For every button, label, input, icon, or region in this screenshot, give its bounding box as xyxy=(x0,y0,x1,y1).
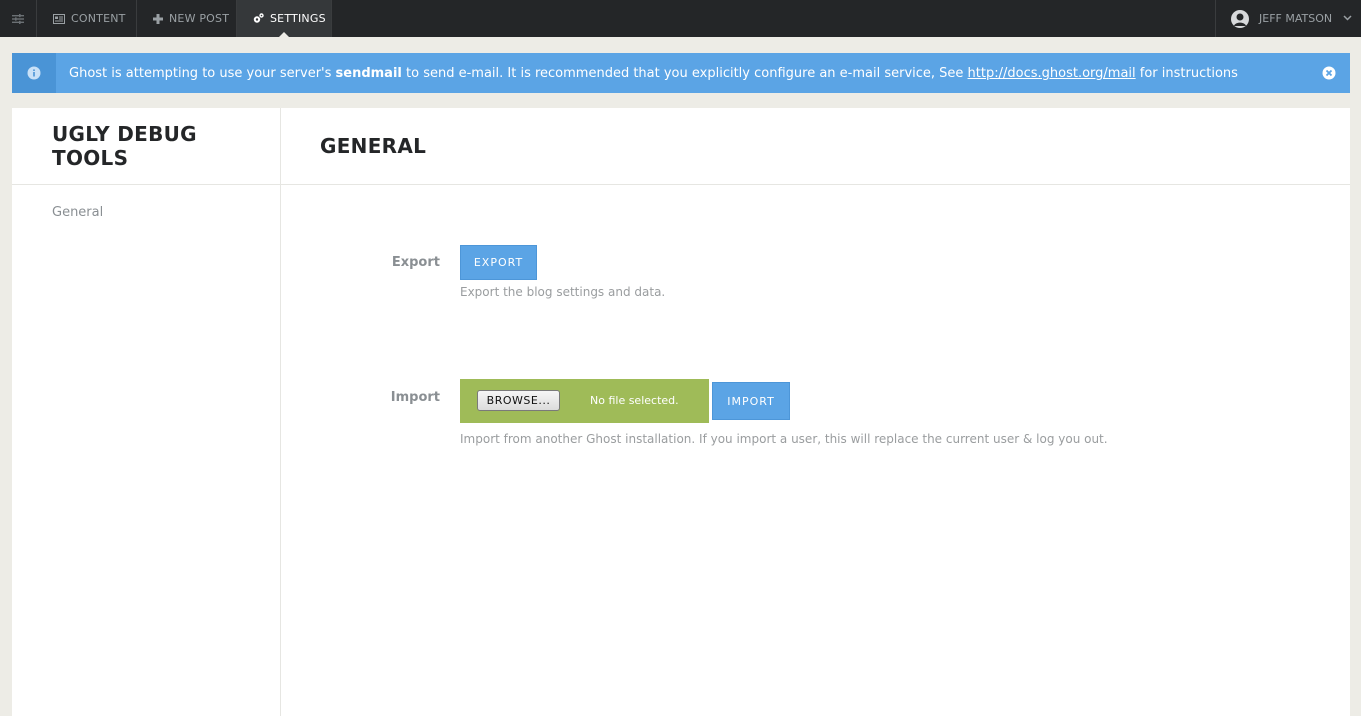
export-button[interactable]: EXPORT xyxy=(460,245,537,280)
nav-item-label: NEW POST xyxy=(169,12,230,25)
file-upload-field[interactable]: BROWSE... No file selected. xyxy=(460,379,709,423)
nav-item-new-post[interactable]: NEW POST xyxy=(137,0,237,37)
info-icon-box xyxy=(12,53,56,93)
sliders-icon xyxy=(12,13,24,24)
notification-bold-text: sendmail xyxy=(335,65,402,81)
notification-text: Ghost is attempting to use your server's xyxy=(69,65,336,81)
notification-banner: Ghost is attempting to use your server's… xyxy=(12,53,1350,93)
nav-item-settings[interactable]: SETTINGS xyxy=(237,0,332,38)
sidebar-item-general[interactable]: General xyxy=(52,205,103,220)
nav-item-label: CONTENT xyxy=(71,12,126,25)
page-title: GENERAL xyxy=(320,134,427,158)
menu-toggle[interactable] xyxy=(0,0,37,37)
content-icon xyxy=(53,13,65,24)
notification-message: Ghost is attempting to use your server's… xyxy=(69,66,1238,81)
main-header: GENERAL xyxy=(281,108,1350,185)
settings-sidebar: UGLY DEBUG TOOLS General xyxy=(12,108,281,716)
user-avatar-icon xyxy=(1231,9,1249,28)
user-menu[interactable]: JEFF MATSON xyxy=(1215,0,1361,37)
close-icon[interactable] xyxy=(1322,66,1336,80)
import-button[interactable]: IMPORT xyxy=(712,382,790,420)
notification-text: to send e-mail. It is recommended that y… xyxy=(401,65,968,81)
top-navigation-bar: CONTENT NEW POST SETTINGS JEFF MATSON xyxy=(0,0,1361,38)
nav-item-content[interactable]: CONTENT xyxy=(37,0,137,37)
chevron-down-icon xyxy=(1343,15,1352,21)
info-icon xyxy=(27,66,41,80)
export-help-text: Export the blog settings and data. xyxy=(460,285,666,299)
export-label: Export xyxy=(391,255,440,270)
settings-panel: UGLY DEBUG TOOLS General GENERAL Export … xyxy=(12,108,1350,716)
import-label: Import xyxy=(390,390,440,405)
sidebar-header: UGLY DEBUG TOOLS xyxy=(12,108,280,185)
docs-link[interactable]: http://docs.ghost.org/mail xyxy=(968,66,1136,81)
nav-item-label: SETTINGS xyxy=(270,12,326,25)
user-name: JEFF MATSON xyxy=(1259,12,1333,25)
main-content: GENERAL Export EXPORT Export the blog se… xyxy=(281,108,1350,716)
import-help-text: Import from another Ghost installation. … xyxy=(460,432,1108,446)
notification-text: for instructions xyxy=(1135,65,1238,81)
file-status-text: No file selected. xyxy=(590,394,679,407)
plus-icon xyxy=(153,13,163,24)
gear-icon xyxy=(253,13,264,24)
sidebar-title: UGLY DEBUG TOOLS xyxy=(52,122,197,170)
browse-button[interactable]: BROWSE... xyxy=(477,390,560,411)
